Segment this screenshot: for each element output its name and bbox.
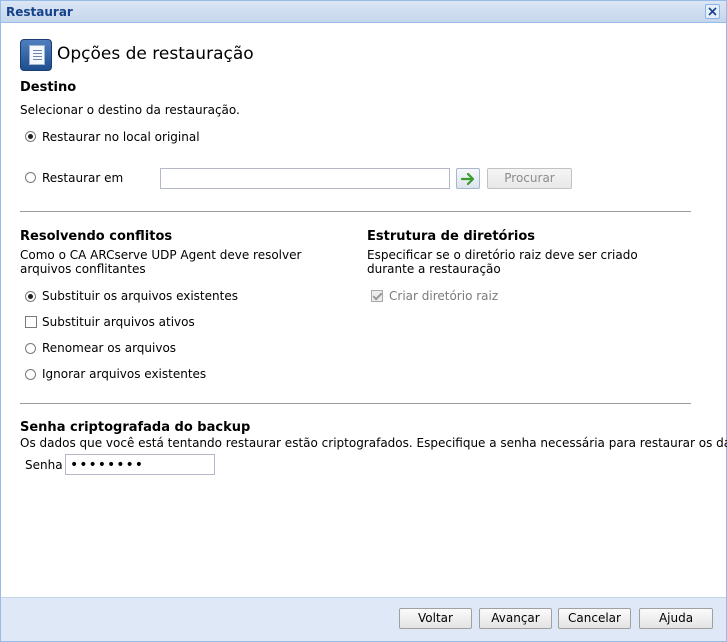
checkbox-create-root-label[interactable]: Criar diretório raiz [389,289,498,303]
restore-path-input[interactable] [160,168,450,189]
dialog-footer: Voltar Avançar Cancelar Ajuda [1,597,726,641]
radio-overwrite-existing[interactable] [25,291,36,302]
conflicts-description: Como o CA ARCserve UDP Agent deve resolv… [20,248,302,276]
radio-restore-original[interactable] [25,131,36,142]
arrow-right-icon [461,172,475,186]
radio-skip-existing[interactable] [25,369,36,380]
close-button[interactable] [705,4,720,19]
close-icon [708,7,717,16]
radio-skip-existing-label[interactable]: Ignorar arquivos existentes [42,367,206,381]
directory-title: Estrutura de diretórios [367,229,535,244]
checkbox-replace-active[interactable] [25,316,37,328]
restore-dialog: Restaurar Opções de restauração Destino … [0,0,727,642]
back-button[interactable]: Voltar [399,608,472,629]
password-label: Senha [25,458,63,472]
radio-restore-to-label[interactable]: Restaurar em [42,171,123,185]
destination-title: Destino [20,80,77,95]
next-button[interactable]: Avançar [479,608,552,629]
radio-overwrite-existing-label[interactable]: Substituir os arquivos existentes [42,289,238,303]
dialog-body: Opções de restauração Destino Selecionar… [1,23,727,597]
page-title: Opções de restauração [57,44,254,64]
radio-rename-files[interactable] [25,343,36,354]
radio-restore-original-label[interactable]: Restaurar no local original [42,130,200,144]
help-button[interactable]: Ajuda [639,608,713,629]
window-title: Restaurar [6,5,73,19]
directory-description: Especificar se o diretório raiz deve ser… [367,248,638,276]
divider-2 [20,403,691,404]
browse-button[interactable]: Procurar [487,168,572,189]
go-button[interactable] [456,168,480,189]
checkbox-replace-active-label[interactable]: Substituir arquivos ativos [42,315,195,329]
destination-description: Selecionar o destino da restauração. [20,103,240,117]
title-bar[interactable]: Restaurar [1,1,726,23]
password-input[interactable] [65,454,215,475]
checkbox-create-root[interactable] [371,290,383,302]
radio-rename-files-label[interactable]: Renomear os arquivos [42,341,176,355]
divider-1 [20,211,691,212]
restore-document-icon [20,39,52,71]
radio-restore-to[interactable] [25,172,36,183]
conflicts-title: Resolvendo conflitos [20,229,173,244]
encryption-title: Senha criptografada do backup [20,420,251,435]
encryption-description: Os dados que você está tentando restaura… [20,436,727,450]
cancel-button[interactable]: Cancelar [558,608,631,629]
